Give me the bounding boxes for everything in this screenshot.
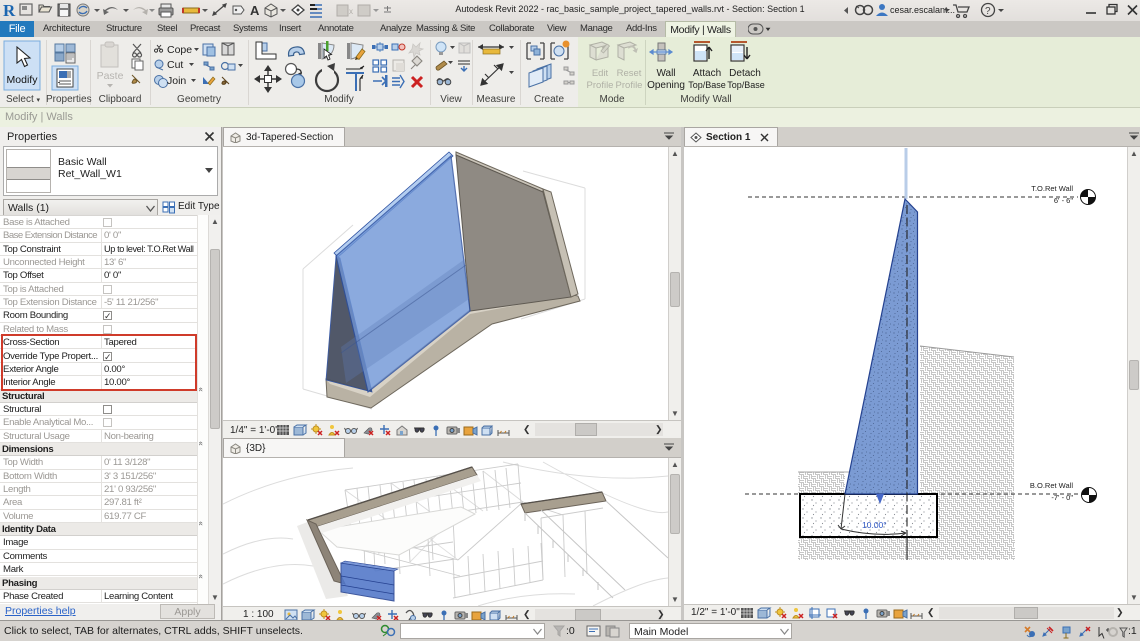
svg-text:A: A [250, 3, 260, 18]
svg-text:Opening: Opening [647, 80, 685, 91]
svg-text:Profile: Profile [587, 80, 614, 91]
svg-text:Paste: Paste [97, 70, 124, 82]
svg-text:Cut: Cut [167, 59, 183, 71]
svg-text:Detach: Detach [729, 68, 761, 79]
svg-text:Modify: Modify [7, 74, 39, 86]
svg-text:Top/Base: Top/Base [688, 80, 726, 90]
svg-text:T.O.Ret Wall: T.O.Ret Wall [1031, 184, 1073, 193]
svg-text:-7' - 0": -7' - 0" [1051, 493, 1073, 502]
svg-text:Profile: Profile [616, 80, 643, 91]
svg-text:Edit: Edit [592, 68, 609, 79]
svg-text:10.00°: 10.00° [862, 520, 887, 530]
svg-text:Cope: Cope [167, 44, 192, 56]
svg-text:Attach: Attach [693, 68, 721, 79]
svg-text:Wall: Wall [656, 68, 675, 79]
svg-text:R: R [3, 1, 16, 20]
svg-text:Reset: Reset [617, 68, 642, 79]
svg-text:Join: Join [167, 75, 186, 87]
svg-text:x: x [349, 7, 353, 16]
svg-text:B.O.Ret Wall: B.O.Ret Wall [1030, 481, 1073, 490]
svg-text:?: ? [985, 6, 991, 17]
svg-text:6' - 6": 6' - 6" [1054, 196, 1073, 205]
svg-text:Top/Base: Top/Base [727, 80, 765, 90]
